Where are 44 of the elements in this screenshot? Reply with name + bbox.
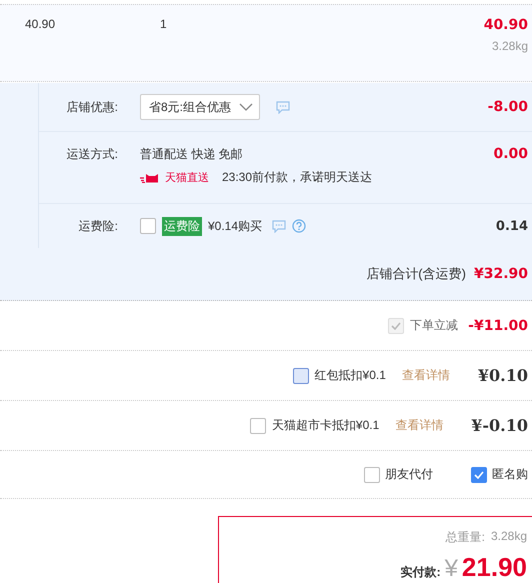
details-link[interactable]: 查看详情 [395,417,444,434]
store-total: ¥32.90 [474,266,528,282]
pay-amount: 21.90 [462,552,527,583]
quantity: 1 [160,17,167,31]
discount-amount: -¥11.00 [468,318,528,334]
checkbox[interactable] [250,418,266,434]
total-weight: 3.28kg [490,529,527,545]
shipping-method: 普通配送 快递 免邮 [140,146,243,163]
discount-amount: ¥-0.10 [471,416,528,435]
discount-option-label: 天猫超市卡抵扣¥0.1 [272,417,380,434]
discount-select[interactable]: 省8元:组合优惠 [140,94,260,120]
checkbox[interactable] [471,466,487,482]
total-weight-label: 总重量: [446,529,485,546]
shipping-amount: 0.00 [493,146,529,162]
discount-option-label: 红包抵扣¥0.1 [314,367,386,384]
comment-icon[interactable] [272,220,286,232]
check-icon [391,322,402,330]
item-subtotal: 40.90 [484,17,528,33]
delivery-service-label: 天猫直送 [165,171,209,185]
store-total-label: 店铺合计(含运费) [366,265,466,283]
insurance-label: 运费险: [78,218,118,234]
caret-icon [239,102,254,112]
discount-amount: ¥0.10 [478,366,528,385]
delivery-promise: 23:30前付款，承诺明天送达 [222,169,372,186]
shipping-label: 运送方式: [66,146,118,163]
unit-price: 40.90 [25,17,56,31]
checkbox[interactable] [364,466,380,482]
comment-icon[interactable] [276,100,290,114]
insurance-checkbox[interactable] [140,218,156,234]
insurance-tag: 运费险 [162,216,202,236]
checkbox[interactable] [292,368,309,384]
currency-sign: ¥ [444,555,458,583]
check-icon [474,470,484,478]
discount-option-label: 下单立减 [410,317,458,334]
insurance-price: ¥0.14购买 [208,218,262,234]
details-link[interactable]: 查看详情 [402,367,450,384]
discount-amount: -8.00 [488,99,529,115]
pay-label: 实付款: [400,564,441,581]
option-label: 匿名购 [492,466,528,483]
insurance-amount: 0.14 [496,218,529,234]
help-icon[interactable] [292,219,306,233]
option-label: 朋友代付 [385,466,433,483]
discount-label: 店铺优惠: [66,98,118,116]
item-weight: 3.28kg [492,39,528,53]
